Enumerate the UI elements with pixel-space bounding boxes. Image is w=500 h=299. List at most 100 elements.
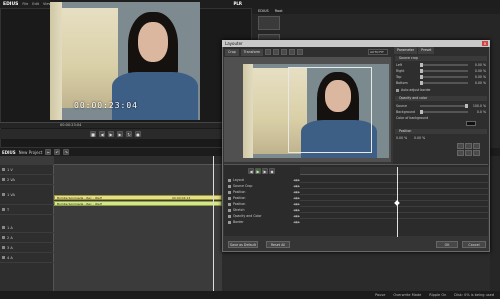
stop-icon[interactable]: ■	[90, 131, 96, 137]
param-slider[interactable]	[420, 110, 468, 114]
param-slider[interactable]	[420, 75, 468, 79]
keyframe-checkbox[interactable]	[228, 214, 231, 218]
align-center-icon[interactable]	[465, 150, 472, 156]
track-toggle-icon[interactable]	[2, 256, 5, 259]
player-scrub-ruler[interactable]	[0, 122, 250, 128]
track-header[interactable]: 4 A	[0, 253, 54, 263]
cut-icon[interactable]: ✂	[45, 149, 52, 155]
timeline-clip[interactable]: Bomba Sonrisada - Rec - iDelf	[54, 195, 222, 200]
zoom-select[interactable]: AUTO FIT	[368, 49, 388, 55]
select-tool-icon[interactable]	[265, 49, 272, 55]
safe-area-icon[interactable]	[297, 49, 304, 55]
track-header[interactable]: 1 A	[0, 223, 54, 233]
loop-icon[interactable]: ↻	[126, 131, 132, 137]
save-as-default-button[interactable]: Save as Default	[228, 241, 258, 248]
keyframe-checkbox[interactable]	[228, 202, 231, 206]
rotate-tool-icon[interactable]	[281, 49, 288, 55]
close-icon[interactable]: ×	[482, 41, 488, 46]
bin-clip-thumbnail[interactable]	[258, 16, 280, 30]
section-position[interactable]: Position	[395, 129, 487, 134]
position-x-value[interactable]: 0.00 %	[396, 136, 412, 140]
param-value[interactable]: 0.00 %	[470, 69, 486, 73]
layout-bounding-box[interactable]	[288, 67, 372, 153]
track-toggle-icon[interactable]	[2, 226, 5, 229]
keyframe-nav-icon[interactable]: ◀◆▶	[293, 190, 300, 194]
reset-all-button[interactable]: Reset All	[266, 241, 290, 248]
param-value[interactable]: 0.00 %	[470, 75, 486, 79]
param-value[interactable]: 100.0 %	[470, 104, 486, 108]
param-value[interactable]: 0.00 %	[470, 81, 486, 85]
timeline-scrollbar[interactable]	[490, 156, 500, 291]
ok-button[interactable]: OK	[436, 241, 458, 248]
next-keyframe-icon[interactable]: ▶	[262, 168, 268, 174]
play-icon[interactable]: ▶	[108, 131, 114, 137]
prev-keyframe-icon[interactable]: ◀	[248, 168, 254, 174]
auto-adjust-row[interactable]: Auto adjust border	[396, 87, 486, 93]
track-toggle-icon[interactable]	[2, 246, 5, 249]
track-header[interactable]: 1 V	[0, 165, 54, 175]
rewind-icon[interactable]: ◀	[99, 131, 105, 137]
align-top-icon[interactable]	[465, 143, 472, 149]
timeline-clip[interactable]: Bomba Sonrisada - Rec - iDelf	[54, 201, 222, 206]
menu-file[interactable]: File	[22, 2, 28, 6]
tab-preset[interactable]: Preset	[418, 47, 435, 54]
keyframe-nav-icon[interactable]: ◀◆▶	[293, 208, 300, 212]
add-keyframe-icon[interactable]: ◆	[269, 168, 275, 174]
keyframe-row[interactable]: Border ◀◆▶	[228, 219, 300, 225]
menu-edit[interactable]: Edit	[32, 2, 39, 6]
track-toggle-icon[interactable]	[2, 193, 5, 196]
param-slider[interactable]	[420, 104, 468, 108]
section-opacity[interactable]: Opacity and color	[395, 96, 487, 101]
move-tool-icon[interactable]	[273, 49, 280, 55]
bg-color-swatch[interactable]	[466, 121, 476, 126]
keyframe-nav-icon[interactable]: ◀◆▶	[293, 196, 300, 200]
keyframe-nav-icon[interactable]: ◀◆▶	[293, 202, 300, 206]
keyframe-checkbox[interactable]	[228, 178, 231, 182]
section-source-crop[interactable]: Source crop	[395, 56, 487, 61]
keyframe-nav-icon[interactable]: ◀◆▶	[293, 178, 300, 182]
keyframe-checkbox[interactable]	[228, 208, 231, 212]
align-right-icon[interactable]	[473, 150, 480, 156]
auto-adjust-checkbox[interactable]	[396, 88, 399, 92]
param-slider[interactable]	[420, 63, 468, 67]
layouter-title-bar[interactable]: Layouter	[222, 40, 490, 47]
player-mode-label[interactable]: PLR	[233, 1, 242, 6]
record-icon[interactable]: ●	[135, 131, 141, 137]
keyframe-nav-icon[interactable]: ◀◆▶	[293, 184, 300, 188]
track-header[interactable]: 1 VA	[0, 185, 54, 205]
position-y-value[interactable]: 0.00 %	[414, 136, 430, 140]
keyframe-checkbox[interactable]	[228, 184, 231, 188]
keyframe-checkbox[interactable]	[228, 190, 231, 194]
undo-icon[interactable]: ↶	[54, 149, 61, 155]
redo-icon[interactable]: ↷	[63, 149, 70, 155]
keyframe-nav-icon[interactable]: ◀◆▶	[293, 220, 300, 224]
bin-folder[interactable]: Root	[275, 9, 283, 13]
track-header[interactable]: 3 A	[0, 243, 54, 253]
param-value[interactable]: 0.0 %	[470, 110, 486, 114]
timeline-cursor[interactable]	[213, 156, 214, 291]
param-value[interactable]: 0.00 %	[470, 63, 486, 67]
track-header[interactable]: 2 A	[0, 233, 54, 243]
tab-transform[interactable]: Transform	[240, 48, 264, 56]
track-header[interactable]: T	[0, 205, 54, 215]
keyframe-checkbox[interactable]	[228, 196, 231, 200]
track-toggle-icon[interactable]	[2, 168, 5, 171]
keyframe-ruler[interactable]	[300, 167, 488, 175]
track-toggle-icon[interactable]	[2, 178, 5, 181]
tab-parameter[interactable]: Parameter	[394, 47, 418, 54]
param-slider[interactable]	[420, 69, 468, 73]
grid-icon[interactable]	[289, 49, 296, 55]
keyframe-nav-icon[interactable]: ◀◆▶	[293, 214, 300, 218]
param-slider[interactable]	[420, 81, 468, 85]
track-header[interactable]: 2 VA	[0, 175, 54, 185]
track-toggle-icon[interactable]	[2, 208, 5, 211]
align-top-right-icon[interactable]	[473, 143, 480, 149]
timeline-ruler[interactable]	[54, 156, 222, 165]
forward-icon[interactable]: ▶	[117, 131, 123, 137]
play-icon[interactable]: ▶	[255, 168, 261, 174]
align-top-left-icon[interactable]	[457, 143, 464, 149]
keyframe-checkbox[interactable]	[228, 220, 231, 224]
cancel-button[interactable]: Cancel	[462, 241, 486, 248]
track-toggle-icon[interactable]	[2, 236, 5, 239]
tab-crop[interactable]: Crop	[225, 48, 239, 56]
